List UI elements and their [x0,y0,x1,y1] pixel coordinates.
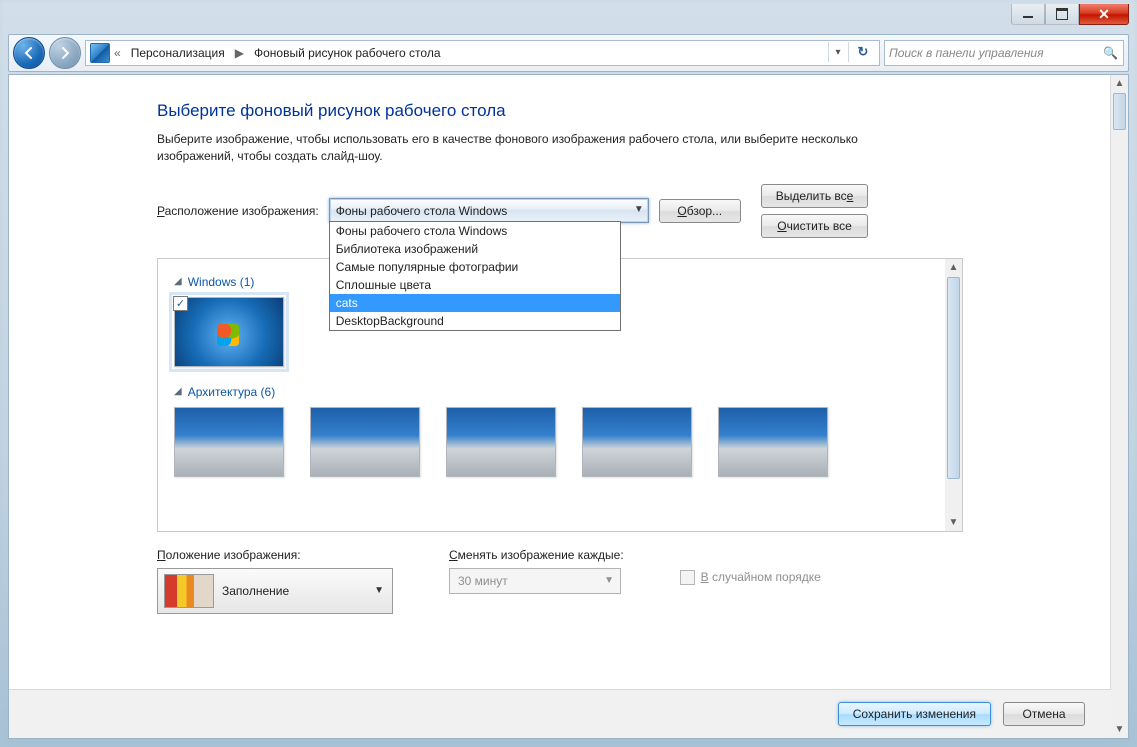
refresh-icon[interactable]: ↻ [848,42,877,62]
navigation-bar: « Персонализация ▶ Фоновый рисунок рабоч… [8,34,1129,72]
breadcrumb-current: Фоновый рисунок рабочего стола [248,43,447,63]
chevron-right-icon[interactable]: ▶ [233,46,246,60]
scroll-down-icon[interactable]: ▼ [945,514,962,531]
clear-all-button[interactable]: Очистить все [761,214,869,238]
search-placeholder: Поиск в панели управления [889,46,1044,60]
position-label: Положение изображения: [157,548,393,562]
location-dropdown: Фоны рабочего стола WindowsБиблиотека из… [329,221,621,331]
address-bar[interactable]: « Персонализация ▶ Фоновый рисунок рабоч… [85,40,880,66]
shuffle-label: В случайном порядке [701,570,821,584]
location-label: Расположение изображения: [157,204,319,218]
wallpaper-thumb[interactable] [582,407,692,477]
shuffle-checkbox[interactable] [680,570,695,585]
location-option[interactable]: Сплошные цвета [330,276,620,294]
address-dropdown-icon[interactable]: ▾ [828,42,847,62]
search-icon[interactable]: 🔍 [1103,46,1118,60]
select-all-button[interactable]: Выделить все [761,184,869,208]
content-frame: ▲ ▼ Выберите фоновый рисунок рабочего ст… [8,74,1129,739]
wallpaper-thumb-windows-default[interactable]: ✓ [174,297,284,367]
cancel-button[interactable]: Отмена [1003,702,1085,726]
scroll-thumb[interactable] [1113,93,1126,130]
position-combobox[interactable]: Заполнение ▼ [157,568,393,614]
position-value: Заполнение [222,584,289,598]
minimize-button[interactable] [1011,4,1045,25]
wallpaper-checkbox[interactable]: ✓ [173,296,188,311]
interval-value: 30 минут [458,574,508,588]
location-row: Расположение изображения: Фоны рабочего … [157,184,1083,238]
interval-label: Сменять изображение каждые: [449,548,624,562]
group-label: Архитектура (6) [188,385,276,399]
scroll-up-icon[interactable]: ▲ [945,259,962,276]
forward-button[interactable] [49,37,81,69]
save-button[interactable]: Сохранить изменения [838,702,991,726]
browse-button[interactable]: Обзор... [659,199,741,223]
breadcrumb-sep-icon: « [112,46,123,60]
maximize-button[interactable] [1045,4,1079,25]
scroll-down-icon[interactable]: ▼ [1111,721,1128,738]
wallpaper-thumb[interactable] [310,407,420,477]
options-row: Положение изображения: Заполнение ▼ Смен… [157,548,963,614]
position-preview-icon [164,574,214,608]
dialog-footer: Сохранить изменения Отмена [9,689,1111,738]
wallpaper-thumb[interactable] [718,407,828,477]
location-selected: Фоны рабочего стола Windows [336,204,508,218]
back-button[interactable] [13,37,45,69]
interval-combobox[interactable]: 30 минут ▼ [449,568,621,594]
group-header-architecture[interactable]: ◢ Архитектура (6) [174,385,929,399]
location-combobox[interactable]: Фоны рабочего стола Windows ▼ Фоны рабоч… [329,198,649,223]
page-description: Выберите изображение, чтобы использовать… [157,131,917,166]
chevron-down-icon: ▼ [634,204,644,215]
window-controls: ✕ [1011,4,1129,25]
location-option[interactable]: cats [330,294,620,312]
close-button[interactable]: ✕ [1079,4,1129,25]
chevron-down-icon: ▼ [374,585,384,596]
location-option[interactable]: Библиотека изображений [330,240,620,258]
collapse-icon: ◢ [174,276,182,287]
scroll-up-icon[interactable]: ▲ [1111,75,1128,92]
control-panel-icon [90,43,110,63]
page-title: Выберите фоновый рисунок рабочего стола [157,101,1083,121]
search-input[interactable]: Поиск в панели управления 🔍 [884,40,1124,66]
scroll-thumb[interactable] [947,277,960,479]
wallpaper-thumb[interactable] [174,407,284,477]
group-label: Windows (1) [188,275,255,289]
wallpaper-thumb[interactable] [446,407,556,477]
page-scrollbar[interactable]: ▲ ▼ [1110,75,1128,738]
location-option[interactable]: Самые популярные фотографии [330,258,620,276]
chevron-down-icon: ▼ [604,575,614,586]
collapse-icon: ◢ [174,386,182,397]
breadcrumb-root[interactable]: Персонализация [125,43,231,63]
location-option[interactable]: DesktopBackground [330,312,620,330]
gallery-scrollbar[interactable]: ▲ ▼ [945,259,962,531]
location-option[interactable]: Фоны рабочего стола Windows [330,222,620,240]
shuffle-checkbox-row[interactable]: В случайном порядке [680,570,821,585]
